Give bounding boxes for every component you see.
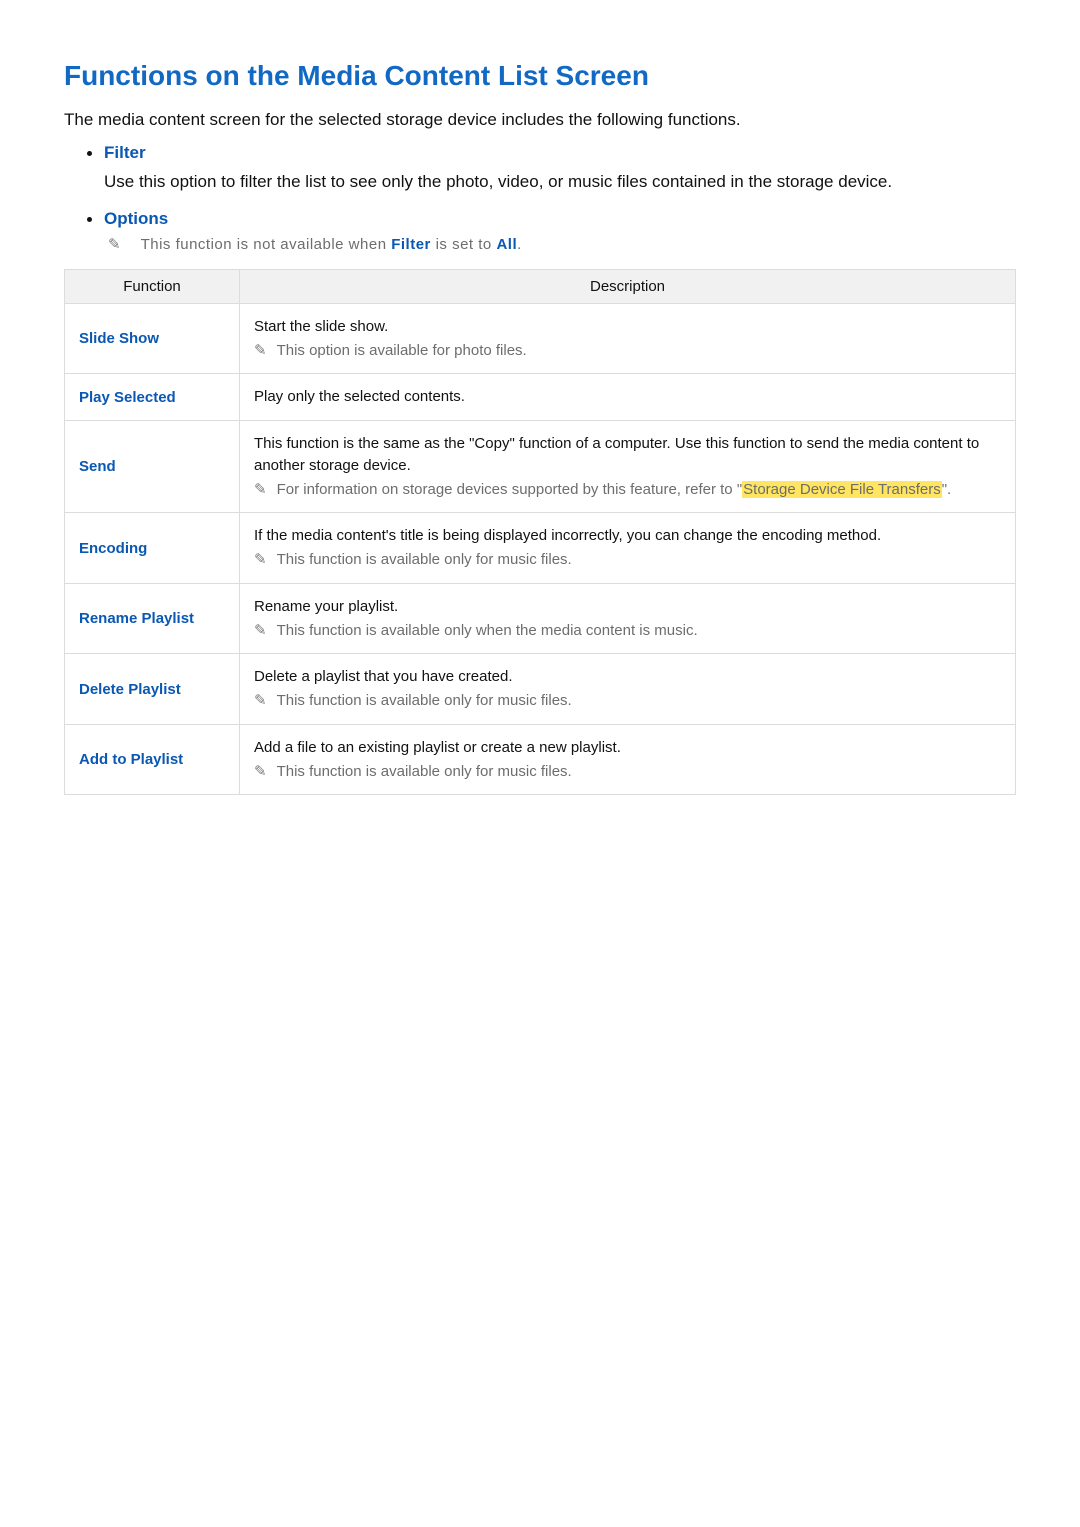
desc-play-selected: Play only the selected contents. (240, 374, 1016, 421)
note-highlight-link[interactable]: Storage Device File Transfers (742, 481, 942, 498)
pencil-icon: ✎ (254, 761, 267, 783)
desc-note: ✎ This function is available only when t… (254, 620, 1001, 642)
desc-note-text: This function is available only for musi… (277, 549, 1001, 571)
note-pre: For information on storage devices suppo… (277, 481, 743, 498)
bullet-options-label: Options (104, 209, 168, 228)
desc-note-text: This option is available for photo files… (277, 340, 1001, 362)
bullet-filter-desc: Use this option to filter the list to se… (104, 171, 1016, 194)
note-pre: This function is not available when (141, 236, 392, 253)
desc-delete-playlist: Delete a playlist that you have created.… (240, 654, 1016, 725)
bullet-options-note-text: This function is not available when Filt… (141, 236, 522, 253)
bullet-options: Options ✎ This function is not available… (104, 208, 1016, 253)
desc-note: ✎ This option is available for photo fil… (254, 340, 1001, 362)
fn-rename-playlist: Rename Playlist (65, 583, 240, 654)
desc-main: If the media content's title is being di… (254, 525, 1001, 547)
table-row: Add to Playlist Add a file to an existin… (65, 724, 1016, 795)
desc-note: ✎ This function is available only for mu… (254, 761, 1001, 783)
intro-text: The media content screen for the selecte… (64, 110, 1016, 130)
bullet-filter: Filter Use this option to filter the lis… (104, 142, 1016, 194)
bullet-options-note: ✎ This function is not available when Fi… (104, 235, 1016, 253)
table-row: Rename Playlist Rename your playlist. ✎ … (65, 583, 1016, 654)
table-row: Slide Show Start the slide show. ✎ This … (65, 303, 1016, 374)
desc-note-text: This function is available only for musi… (277, 690, 1001, 712)
pencil-icon: ✎ (254, 479, 267, 501)
desc-main: Add a file to an existing playlist or cr… (254, 737, 1001, 759)
desc-add-to-playlist: Add a file to an existing playlist or cr… (240, 724, 1016, 795)
table-row: Encoding If the media content's title is… (65, 513, 1016, 584)
th-description: Description (240, 269, 1016, 303)
fn-slide-show: Slide Show (65, 303, 240, 374)
fn-delete-playlist: Delete Playlist (65, 654, 240, 725)
note-kw-all: All (496, 236, 517, 253)
note-mid: is set to (431, 236, 497, 253)
desc-note: ✎ For information on storage devices sup… (254, 479, 1001, 501)
desc-main: Delete a playlist that you have created. (254, 666, 1001, 688)
desc-note-text: This function is available only for musi… (277, 761, 1001, 783)
fn-encoding: Encoding (65, 513, 240, 584)
desc-main: This function is the same as the "Copy" … (254, 433, 1001, 477)
page-title: Functions on the Media Content List Scre… (64, 60, 1016, 92)
desc-rename-playlist: Rename your playlist. ✎ This function is… (240, 583, 1016, 654)
desc-slide-show: Start the slide show. ✎ This option is a… (240, 303, 1016, 374)
desc-note: ✎ This function is available only for mu… (254, 690, 1001, 712)
pencil-icon: ✎ (254, 549, 267, 571)
desc-main: Start the slide show. (254, 316, 1001, 338)
bullet-filter-label: Filter (104, 143, 146, 162)
desc-note-text: For information on storage devices suppo… (277, 479, 1001, 501)
functions-table: Function Description Slide Show Start th… (64, 269, 1016, 796)
th-function: Function (65, 269, 240, 303)
table-header-row: Function Description (65, 269, 1016, 303)
desc-note-text: This function is available only when the… (277, 620, 1001, 642)
fn-send: Send (65, 421, 240, 513)
desc-encoding: If the media content's title is being di… (240, 513, 1016, 584)
pencil-icon: ✎ (254, 690, 267, 712)
desc-main: Play only the selected contents. (254, 386, 1001, 408)
pencil-icon: ✎ (254, 340, 267, 362)
table-row: Send This function is the same as the "C… (65, 421, 1016, 513)
fn-play-selected: Play Selected (65, 374, 240, 421)
pencil-icon: ✎ (108, 235, 121, 253)
table-row: Play Selected Play only the selected con… (65, 374, 1016, 421)
note-post: ". (942, 481, 952, 498)
desc-main: Rename your playlist. (254, 596, 1001, 618)
table-row: Delete Playlist Delete a playlist that y… (65, 654, 1016, 725)
pencil-icon: ✎ (254, 620, 267, 642)
fn-add-to-playlist: Add to Playlist (65, 724, 240, 795)
desc-send: This function is the same as the "Copy" … (240, 421, 1016, 513)
note-kw-filter: Filter (391, 236, 431, 253)
desc-note: ✎ This function is available only for mu… (254, 549, 1001, 571)
note-post: . (517, 236, 522, 253)
